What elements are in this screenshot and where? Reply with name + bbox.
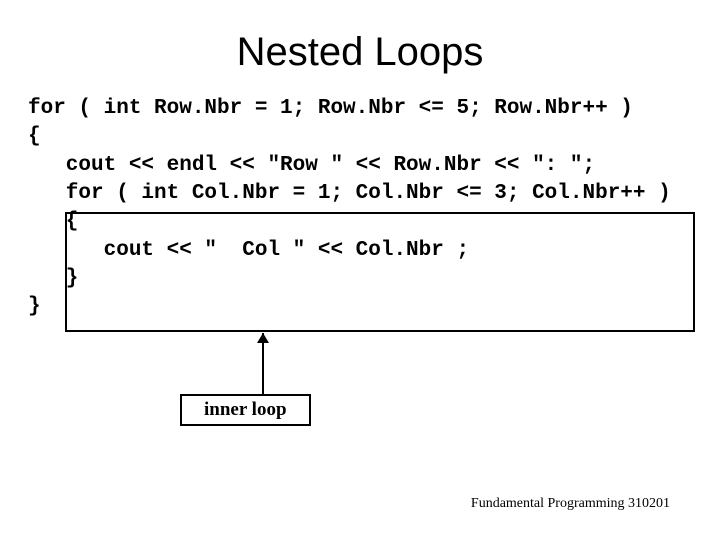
inner-loop-label-text: inner loop xyxy=(204,399,287,420)
code-line-6: cout << " Col " << Col.Nbr ; xyxy=(28,239,469,262)
inner-loop-label: inner loop xyxy=(180,394,311,426)
code-line-2: { xyxy=(28,125,41,148)
code-line-7: } xyxy=(28,267,78,290)
code-line-5: { xyxy=(28,210,78,233)
code-line-4: for ( int Col.Nbr = 1; Col.Nbr <= 3; Col… xyxy=(28,182,671,205)
code-line-8: } xyxy=(28,295,41,318)
code-block: for ( int Row.Nbr = 1; Row.Nbr <= 5; Row… xyxy=(28,95,720,322)
slide: Nested Loops for ( int Row.Nbr = 1; Row.… xyxy=(0,0,720,540)
slide-title: Nested Loops xyxy=(0,30,720,75)
arrow-head-icon xyxy=(257,333,269,343)
footer-text: Fundamental Programming 310201 xyxy=(471,496,670,512)
code-line-1: for ( int Row.Nbr = 1; Row.Nbr <= 5; Row… xyxy=(28,97,633,120)
code-line-3: cout << endl << "Row " << Row.Nbr << ": … xyxy=(28,154,595,177)
